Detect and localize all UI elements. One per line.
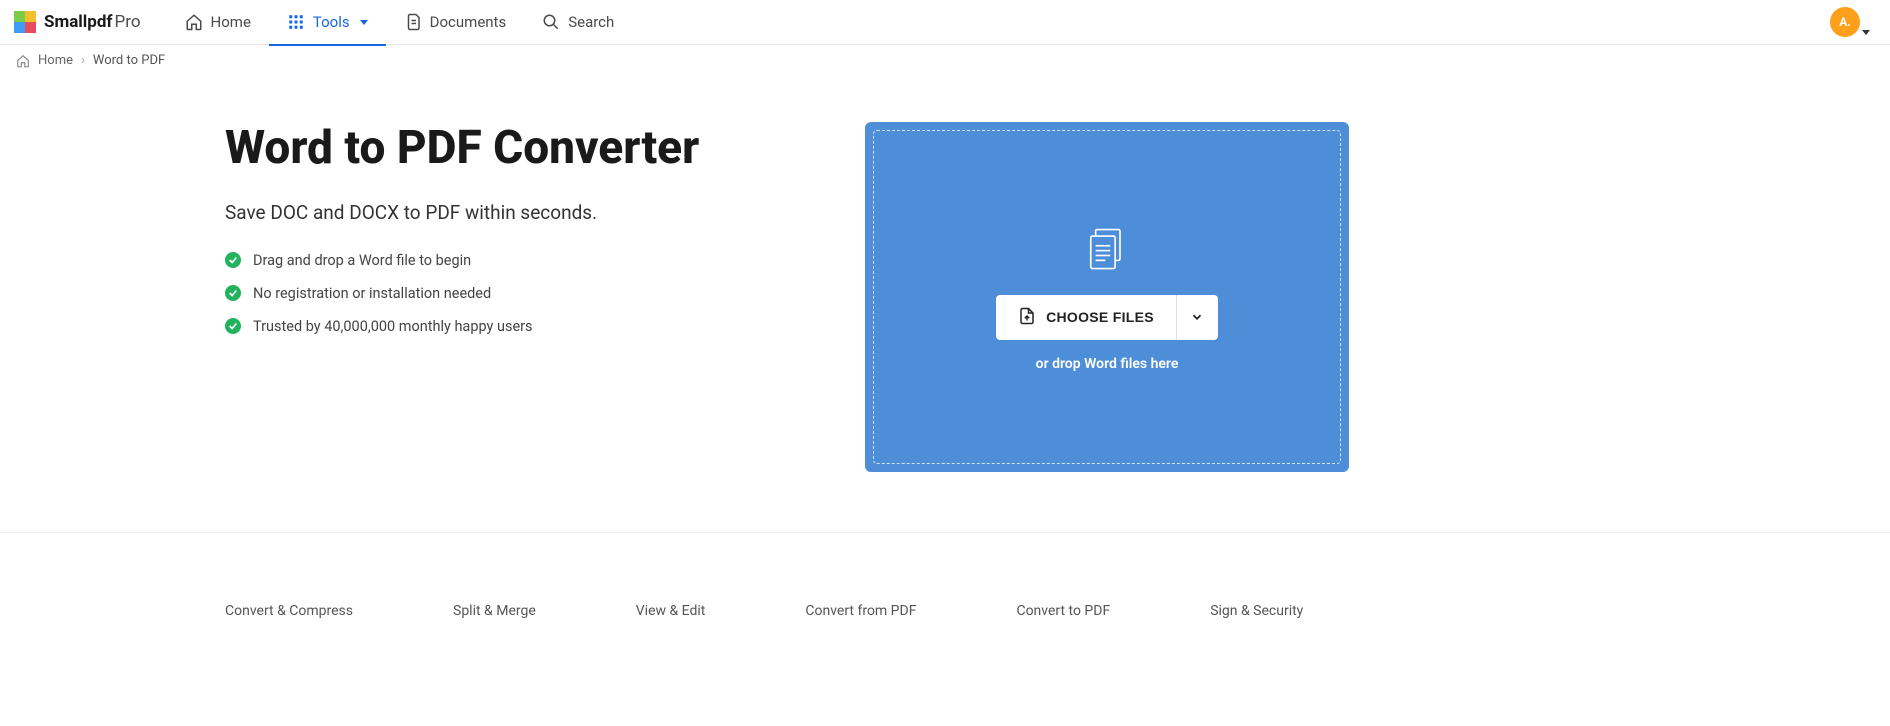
file-stack-icon bbox=[1081, 223, 1133, 279]
category-convert-from-pdf[interactable]: Convert from PDF bbox=[805, 603, 916, 619]
main-content: Word to PDF Converter Save DOC and DOCX … bbox=[225, 76, 1585, 532]
check-icon bbox=[225, 285, 241, 301]
brand[interactable]: SmallpdfPro bbox=[14, 11, 141, 33]
top-nav: SmallpdfPro Home Tools Documents bbox=[0, 0, 1890, 45]
nav-tools-label: Tools bbox=[313, 13, 350, 31]
choose-files-dropdown[interactable] bbox=[1176, 295, 1218, 340]
account-menu[interactable]: A. bbox=[1830, 7, 1870, 37]
feature-item: Trusted by 40,000,000 monthly happy user… bbox=[225, 318, 785, 335]
choose-files-label: CHOOSE FILES bbox=[1046, 309, 1154, 325]
nav-tools[interactable]: Tools bbox=[269, 0, 386, 45]
category-view-edit[interactable]: View & Edit bbox=[636, 603, 706, 619]
brand-logo-icon bbox=[14, 11, 36, 33]
category-convert-to-pdf[interactable]: Convert to PDF bbox=[1016, 603, 1110, 619]
feature-text: Drag and drop a Word file to begin bbox=[253, 252, 471, 269]
brand-name: SmallpdfPro bbox=[44, 12, 141, 32]
documents-icon bbox=[404, 13, 422, 31]
nav-home-label: Home bbox=[211, 13, 251, 31]
search-icon bbox=[542, 13, 560, 31]
chevron-down-icon bbox=[1862, 30, 1870, 35]
dropzone-inner: CHOOSE FILES or drop Word files here bbox=[873, 130, 1341, 464]
home-icon bbox=[185, 13, 203, 31]
feature-list: Drag and drop a Word file to begin No re… bbox=[225, 252, 785, 335]
check-icon bbox=[225, 318, 241, 334]
chevron-down-icon bbox=[360, 20, 368, 25]
hero: Word to PDF Converter Save DOC and DOCX … bbox=[225, 122, 785, 472]
nav-home[interactable]: Home bbox=[167, 0, 269, 45]
home-icon bbox=[16, 54, 30, 68]
feature-item: Drag and drop a Word file to begin bbox=[225, 252, 785, 269]
check-icon bbox=[225, 252, 241, 268]
choose-files-button[interactable]: CHOOSE FILES bbox=[996, 295, 1176, 340]
grid-icon bbox=[287, 13, 305, 31]
file-dropzone[interactable]: CHOOSE FILES or drop Word files here bbox=[865, 122, 1349, 472]
breadcrumb-current: Word to PDF bbox=[93, 53, 165, 68]
upload-icon bbox=[1018, 307, 1036, 328]
nav-documents-label: Documents bbox=[430, 13, 507, 31]
breadcrumb: Home › Word to PDF bbox=[0, 45, 1890, 76]
nav-search-label: Search bbox=[568, 13, 614, 31]
nav-documents[interactable]: Documents bbox=[386, 0, 525, 45]
nav-items: Home Tools Documents Search bbox=[167, 0, 633, 45]
category-row: Convert & Compress Split & Merge View & … bbox=[225, 533, 1585, 619]
avatar: A. bbox=[1830, 7, 1860, 37]
category-split-merge[interactable]: Split & Merge bbox=[453, 603, 536, 619]
chevron-down-icon bbox=[1190, 310, 1204, 324]
choose-files-row: CHOOSE FILES bbox=[996, 295, 1218, 340]
breadcrumb-home[interactable]: Home bbox=[38, 53, 73, 68]
dropzone-container: CHOOSE FILES or drop Word files here bbox=[865, 122, 1349, 472]
breadcrumb-separator: › bbox=[81, 53, 85, 68]
nav-search[interactable]: Search bbox=[524, 0, 632, 45]
dropzone-hint: or drop Word files here bbox=[1036, 356, 1179, 372]
page-title: Word to PDF Converter bbox=[225, 122, 785, 175]
feature-text: Trusted by 40,000,000 monthly happy user… bbox=[253, 318, 533, 335]
category-convert-compress[interactable]: Convert & Compress bbox=[225, 603, 353, 619]
feature-text: No registration or installation needed bbox=[253, 285, 491, 302]
category-sign-security[interactable]: Sign & Security bbox=[1210, 603, 1303, 619]
feature-item: No registration or installation needed bbox=[225, 285, 785, 302]
page-subtitle: Save DOC and DOCX to PDF within seconds. bbox=[225, 201, 785, 224]
